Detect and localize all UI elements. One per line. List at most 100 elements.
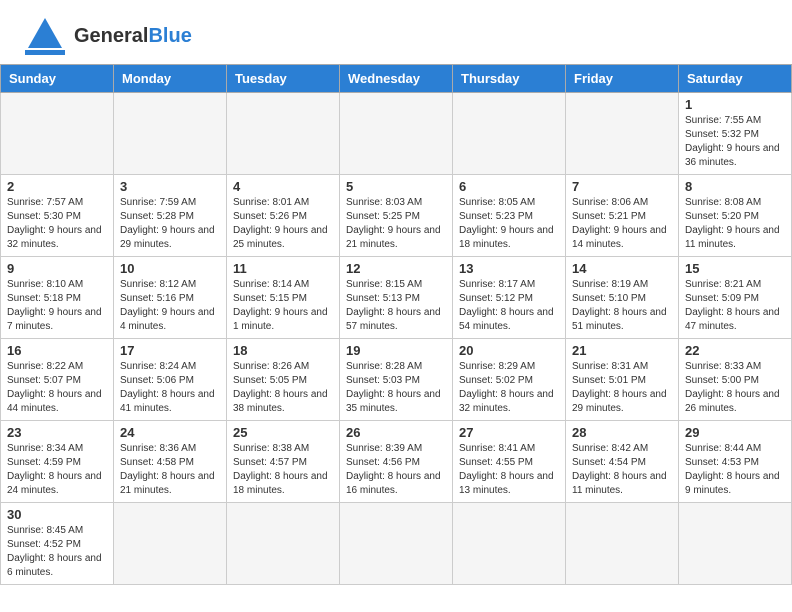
- calendar-cell: [566, 503, 679, 585]
- day-info: Sunrise: 8:42 AM Sunset: 4:54 PM Dayligh…: [572, 442, 672, 498]
- calendar-cell: 8Sunrise: 8:08 AM Sunset: 5:20 PM Daylig…: [679, 175, 792, 257]
- calendar-cell: 18Sunrise: 8:26 AM Sunset: 5:05 PM Dayli…: [227, 339, 340, 421]
- day-info: Sunrise: 8:31 AM Sunset: 5:01 PM Dayligh…: [572, 360, 672, 416]
- day-number: 5: [346, 179, 446, 194]
- calendar-cell: [227, 503, 340, 585]
- day-number: 21: [572, 343, 672, 358]
- calendar-cell: [340, 93, 453, 175]
- calendar-week-2: 2 Sunrise: 7:57 AM Sunset: 5:30 PM Daylig…: [1, 175, 792, 257]
- calendar-cell: 1Sunrise: 7:55 AM Sunset: 5:32 PM Daylig…: [679, 93, 792, 175]
- logo-text: GeneralBlue: [74, 26, 192, 47]
- day-number: 20: [459, 343, 559, 358]
- calendar-cell: 12Sunrise: 8:15 AM Sunset: 5:13 PM Dayli…: [340, 257, 453, 339]
- calendar-cell: 27Sunrise: 8:41 AM Sunset: 4:55 PM Dayli…: [453, 421, 566, 503]
- weekday-header-saturday: Saturday: [679, 65, 792, 93]
- day-info: Sunrise: 8:12 AM Sunset: 5:16 PM Dayligh…: [120, 278, 220, 334]
- calendar-cell: 29Sunrise: 8:44 AM Sunset: 4:53 PM Dayli…: [679, 421, 792, 503]
- day-number: 1: [685, 97, 785, 112]
- calendar-cell: 4 Sunrise: 8:01 AM Sunset: 5:26 PM Daylig…: [227, 175, 340, 257]
- day-number: 25: [233, 425, 333, 440]
- weekday-header-thursday: Thursday: [453, 65, 566, 93]
- day-number: 14: [572, 261, 672, 276]
- day-info: Sunrise: 8:38 AM Sunset: 4:57 PM Dayligh…: [233, 442, 333, 498]
- day-info: Sunrise: 8:44 AM Sunset: 4:53 PM Dayligh…: [685, 442, 785, 498]
- calendar-cell: [114, 503, 227, 585]
- day-info: Sunrise: 8:10 AM Sunset: 5:18 PM Dayligh…: [7, 278, 107, 334]
- day-number: 22: [685, 343, 785, 358]
- day-info: Sunrise: 8:41 AM Sunset: 4:55 PM Dayligh…: [459, 442, 559, 498]
- day-info: Sunrise: 8:05 AM Sunset: 5:23 PM Dayligh…: [459, 196, 559, 252]
- calendar-cell: [679, 503, 792, 585]
- day-info: Sunrise: 8:01 AM Sunset: 5:26 PM Dayligh…: [233, 196, 333, 252]
- calendar-cell: 7 Sunrise: 8:06 AM Sunset: 5:21 PM Daylig…: [566, 175, 679, 257]
- day-number: 8: [685, 179, 785, 194]
- day-number: 9: [7, 261, 107, 276]
- logo: GeneralBlue: [20, 16, 192, 56]
- weekday-header-sunday: Sunday: [1, 65, 114, 93]
- calendar-cell: [340, 503, 453, 585]
- calendar-cell: 25 Sunrise: 8:38 AM Sunset: 4:57 PM Dayli…: [227, 421, 340, 503]
- day-info: Sunrise: 7:59 AM Sunset: 5:28 PM Dayligh…: [120, 196, 220, 252]
- calendar-cell: 16Sunrise: 8:22 AM Sunset: 5:07 PM Dayli…: [1, 339, 114, 421]
- calendar-week-3: 9 Sunrise: 8:10 AM Sunset: 5:18 PM Daylig…: [1, 257, 792, 339]
- day-number: 3: [120, 179, 220, 194]
- calendar-week-1: 1Sunrise: 7:55 AM Sunset: 5:32 PM Daylig…: [1, 93, 792, 175]
- day-number: 7: [572, 179, 672, 194]
- day-info: Sunrise: 8:06 AM Sunset: 5:21 PM Dayligh…: [572, 196, 672, 252]
- calendar-cell: [453, 503, 566, 585]
- day-info: Sunrise: 8:28 AM Sunset: 5:03 PM Dayligh…: [346, 360, 446, 416]
- weekday-header-tuesday: Tuesday: [227, 65, 340, 93]
- calendar-cell: 28Sunrise: 8:42 AM Sunset: 4:54 PM Dayli…: [566, 421, 679, 503]
- day-info: Sunrise: 8:15 AM Sunset: 5:13 PM Dayligh…: [346, 278, 446, 334]
- day-info: Sunrise: 7:57 AM Sunset: 5:30 PM Dayligh…: [7, 196, 107, 252]
- calendar-week-5: 23Sunrise: 8:34 AM Sunset: 4:59 PM Dayli…: [1, 421, 792, 503]
- calendar-cell: 14Sunrise: 8:19 AM Sunset: 5:10 PM Dayli…: [566, 257, 679, 339]
- day-info: Sunrise: 8:39 AM Sunset: 4:56 PM Dayligh…: [346, 442, 446, 498]
- day-number: 15: [685, 261, 785, 276]
- day-info: Sunrise: 8:29 AM Sunset: 5:02 PM Dayligh…: [459, 360, 559, 416]
- day-number: 16: [7, 343, 107, 358]
- day-info: Sunrise: 8:24 AM Sunset: 5:06 PM Dayligh…: [120, 360, 220, 416]
- calendar-cell: 9 Sunrise: 8:10 AM Sunset: 5:18 PM Daylig…: [1, 257, 114, 339]
- day-number: 18: [233, 343, 333, 358]
- calendar-cell: 26 Sunrise: 8:39 AM Sunset: 4:56 PM Dayli…: [340, 421, 453, 503]
- weekday-header-friday: Friday: [566, 65, 679, 93]
- calendar-cell: 2 Sunrise: 7:57 AM Sunset: 5:30 PM Daylig…: [1, 175, 114, 257]
- day-number: 4: [233, 179, 333, 194]
- calendar-cell: [114, 93, 227, 175]
- day-number: 17: [120, 343, 220, 358]
- weekday-header-monday: Monday: [114, 65, 227, 93]
- day-number: 13: [459, 261, 559, 276]
- calendar-cell: 5 Sunrise: 8:03 AM Sunset: 5:25 PM Daylig…: [340, 175, 453, 257]
- logo-icon: [20, 16, 70, 56]
- day-number: 24: [120, 425, 220, 440]
- calendar-cell: 11Sunrise: 8:14 AM Sunset: 5:15 PM Dayli…: [227, 257, 340, 339]
- day-number: 23: [7, 425, 107, 440]
- calendar-cell: [227, 93, 340, 175]
- calendar-table: SundayMondayTuesdayWednesdayThursdayFrid…: [0, 64, 792, 585]
- calendar-cell: 23Sunrise: 8:34 AM Sunset: 4:59 PM Dayli…: [1, 421, 114, 503]
- page-header: GeneralBlue: [0, 0, 792, 64]
- day-info: Sunrise: 8:21 AM Sunset: 5:09 PM Dayligh…: [685, 278, 785, 334]
- day-number: 10: [120, 261, 220, 276]
- day-info: Sunrise: 8:36 AM Sunset: 4:58 PM Dayligh…: [120, 442, 220, 498]
- day-number: 11: [233, 261, 333, 276]
- calendar-cell: 10 Sunrise: 8:12 AM Sunset: 5:16 PM Dayli…: [114, 257, 227, 339]
- weekday-header-row: SundayMondayTuesdayWednesdayThursdayFrid…: [1, 65, 792, 93]
- day-number: 6: [459, 179, 559, 194]
- day-number: 30: [7, 507, 107, 522]
- calendar-cell: 24 Sunrise: 8:36 AM Sunset: 4:58 PM Dayli…: [114, 421, 227, 503]
- day-info: Sunrise: 8:03 AM Sunset: 5:25 PM Dayligh…: [346, 196, 446, 252]
- calendar-week-4: 16Sunrise: 8:22 AM Sunset: 5:07 PM Dayli…: [1, 339, 792, 421]
- day-info: Sunrise: 8:17 AM Sunset: 5:12 PM Dayligh…: [459, 278, 559, 334]
- day-number: 26: [346, 425, 446, 440]
- calendar-cell: 3 Sunrise: 7:59 AM Sunset: 5:28 PM Daylig…: [114, 175, 227, 257]
- calendar-cell: 13 Sunrise: 8:17 AM Sunset: 5:12 PM Dayli…: [453, 257, 566, 339]
- calendar-cell: 6 Sunrise: 8:05 AM Sunset: 5:23 PM Daylig…: [453, 175, 566, 257]
- calendar-cell: 30Sunrise: 8:45 AM Sunset: 4:52 PM Dayli…: [1, 503, 114, 585]
- weekday-header-wednesday: Wednesday: [340, 65, 453, 93]
- calendar-cell: [566, 93, 679, 175]
- calendar-cell: 21 Sunrise: 8:31 AM Sunset: 5:01 PM Dayli…: [566, 339, 679, 421]
- calendar-cell: 15 Sunrise: 8:21 AM Sunset: 5:09 PM Dayli…: [679, 257, 792, 339]
- day-number: 2: [7, 179, 107, 194]
